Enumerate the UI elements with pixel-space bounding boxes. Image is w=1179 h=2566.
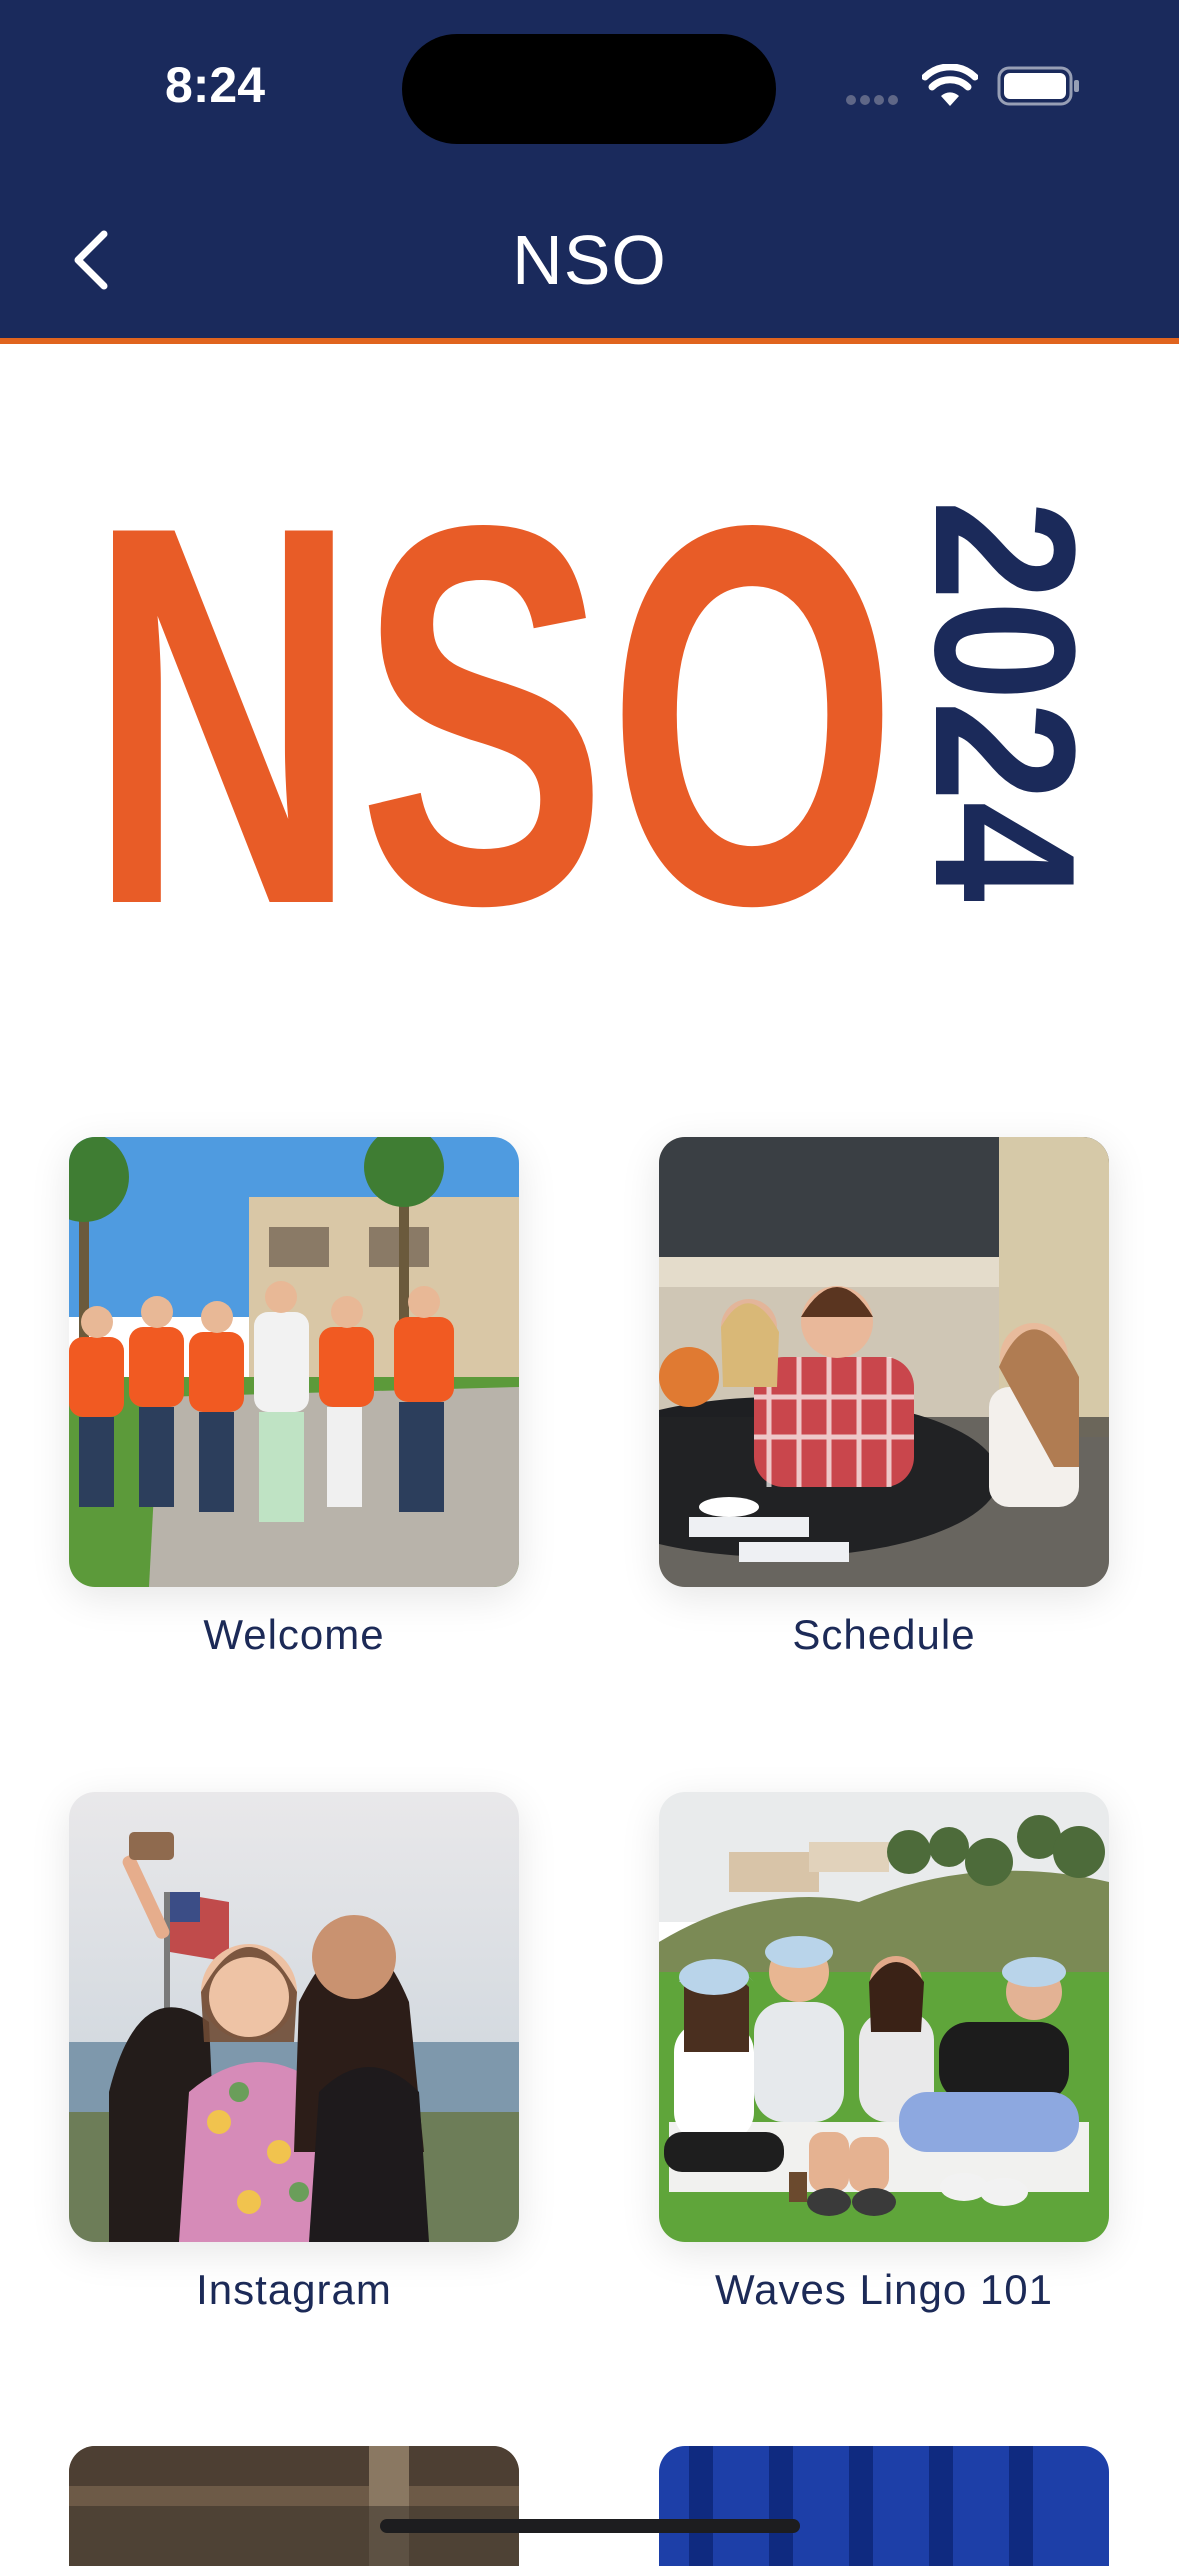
page-title: NSO (512, 221, 667, 299)
home-indicator[interactable] (380, 2519, 800, 2533)
nso-2024-logo: NSO 2024 (88, 414, 1116, 1017)
dynamic-island (402, 34, 776, 144)
wifi-icon (921, 63, 979, 113)
next-tile-left[interactable] (69, 2446, 519, 2566)
welcome-tile[interactable]: Welcome (69, 1137, 519, 1661)
schedule-tile[interactable]: Schedule (659, 1137, 1109, 1661)
instagram-tile[interactable]: Instagram (69, 1792, 519, 2316)
cellular-signal-icon (846, 92, 902, 110)
waves-lingo-tile[interactable]: Waves Lingo 101 (659, 1792, 1109, 2316)
logo-nso-text: NSO (88, 490, 898, 920)
battery-icon (997, 66, 1081, 111)
welcome-photo (69, 1137, 519, 1587)
welcome-label: Welcome (203, 1611, 385, 1658)
status-time: 8:24 (164, 57, 266, 113)
schedule-label: Schedule (792, 1611, 976, 1658)
waves-lingo-label: Waves Lingo 101 (715, 2266, 1053, 2313)
instagram-label: Instagram (196, 2266, 392, 2313)
logo-year-text: 2024 (893, 500, 1088, 902)
instagram-photo (69, 1792, 519, 2242)
header-accent-line (0, 338, 1179, 344)
next-tile-right[interactable] (659, 2446, 1109, 2566)
schedule-photo (659, 1137, 1109, 1587)
waves-lingo-photo (659, 1792, 1109, 2242)
